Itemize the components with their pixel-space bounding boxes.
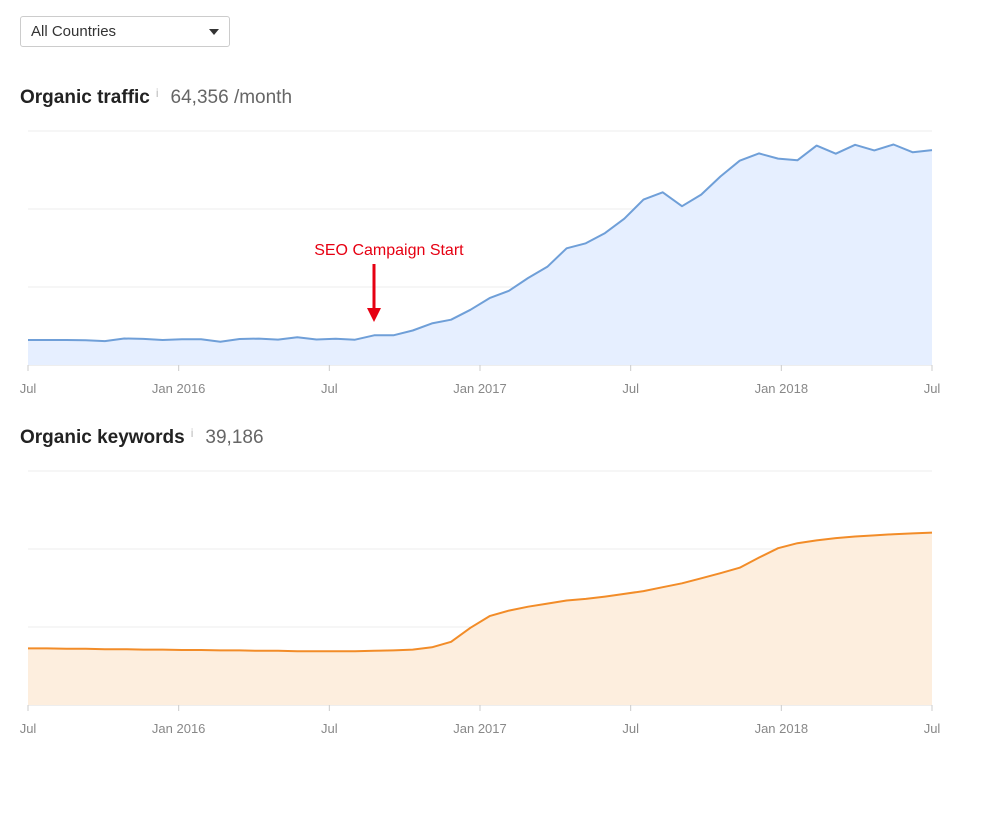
info-icon[interactable]: i — [191, 426, 194, 440]
country-dropdown-label: All Countries — [31, 23, 116, 40]
keywords-x-axis: Jul Jan 2016 Jul Jan 2017 Jul Jan 2018 Jul — [20, 721, 987, 741]
page-root: All Countries Organic traffic i 64,356 /… — [0, 0, 1007, 814]
keywords-metric-row: Organic keywords i 39,186 — [20, 427, 987, 449]
x-tick-label: Jan 2016 — [152, 721, 206, 736]
keywords-chart-svg — [20, 467, 940, 717]
info-icon[interactable]: i — [156, 86, 159, 100]
x-tick-label: Jul — [924, 721, 941, 736]
chevron-down-icon — [209, 29, 219, 35]
x-tick-label: Jan 2018 — [755, 721, 809, 736]
country-dropdown[interactable]: All Countries — [20, 16, 230, 47]
x-tick-label: Jul — [622, 381, 639, 396]
x-tick-label: Jul — [20, 381, 37, 396]
traffic-title: Organic traffic — [20, 87, 150, 109]
x-tick-label: Jan 2017 — [453, 721, 507, 736]
traffic-chart-svg — [20, 127, 940, 377]
traffic-chart: 025K50K75K JulJan 2016JulJan 2017JulJan … — [20, 127, 987, 377]
traffic-x-axis: Jul Jan 2016 Jul Jan 2017 Jul Jan 2018 Jul — [20, 381, 987, 401]
x-tick-label: Jul — [622, 721, 639, 736]
traffic-value: 64,356 /month — [171, 87, 292, 109]
x-tick-label: Jul — [20, 721, 37, 736]
x-tick-label: Jul — [321, 381, 338, 396]
keywords-chart: 020K40K60K JulJan 2016JulJan 2017JulJan … — [20, 467, 987, 717]
keywords-title: Organic keywords — [20, 427, 185, 449]
x-tick-label: Jul — [321, 721, 338, 736]
x-tick-label: Jan 2016 — [152, 381, 206, 396]
keywords-value: 39,186 — [205, 427, 263, 449]
x-tick-label: Jul — [924, 381, 941, 396]
x-tick-label: Jan 2018 — [755, 381, 809, 396]
x-tick-label: Jan 2017 — [453, 381, 507, 396]
traffic-metric-row: Organic traffic i 64,356 /month — [20, 87, 987, 109]
